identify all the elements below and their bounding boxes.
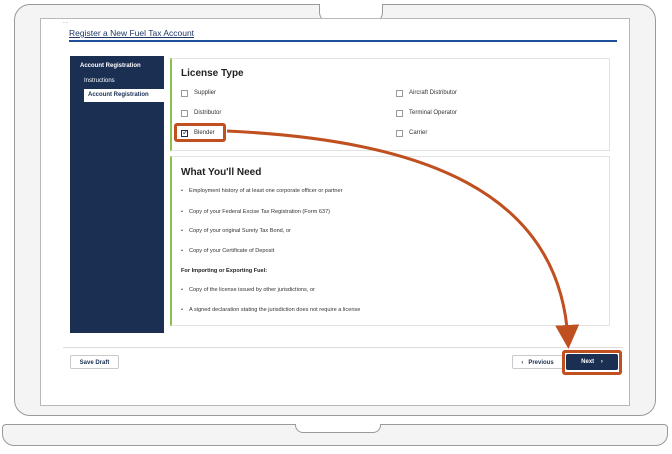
laptop-base [2,424,668,446]
save-draft-button[interactable]: Save Draft [70,355,119,369]
carrier-checkbox[interactable] [396,130,403,137]
license-type-card: License Type Supplier Distributor ✓ Blen… [170,58,610,151]
distributor-label: Distributor [194,110,222,116]
carrier-label: Carrier [409,130,428,136]
base-notch [295,424,381,433]
requirement-text: Copy of your Federal Excise Tax Registra… [189,209,331,215]
license-type-title: License Type [181,68,244,79]
supplier-checkbox[interactable] [181,90,188,97]
requirements-card: What You'll Need • Employment history of … [170,156,610,326]
title-divider [69,40,617,42]
footer-divider [63,347,623,348]
sidebar-heading: Account Registration [80,63,141,69]
sidebar-item-instructions[interactable]: Instructions [84,78,115,84]
previous-button[interactable]: ‹ Previous [512,355,563,369]
requirement-text: Copy of your original Surety Tax Bond, o… [189,228,291,234]
requirement-item: • Copy of the license issued by other jur… [181,287,315,293]
bullet-icon: • [181,287,183,293]
requirement-item: • Employment history of at least one corp… [181,188,343,194]
header-dots: .. [63,18,69,25]
terminal-operator-label: Terminal Operator [409,110,458,116]
aircraft-distributor-label: Aircraft Distributor [409,90,458,96]
requirement-text: A signed declaration stating the jurisdi… [189,307,361,313]
previous-label: Previous [528,360,554,366]
aircraft-distributor-checkbox[interactable] [396,90,403,97]
next-highlight-box [562,350,622,375]
terminal-operator-checkbox[interactable] [396,110,403,117]
supplier-label: Supplier [194,90,217,96]
requirement-text: Copy of your Certificate of Deposit [189,248,275,254]
requirements-title: What You'll Need [181,167,262,178]
bullet-icon: • [181,228,183,234]
requirement-item: • Copy of your original Surety Tax Bond, … [181,228,291,234]
importing-subheading: For Importing or Exporting Fuel: [181,268,268,274]
requirement-item: • A signed declaration stating the jurisd… [181,307,360,313]
requirement-text: Employment history of at least one corpo… [189,188,343,194]
sidebar-item-account-registration[interactable]: Account Registration [84,89,164,102]
page-title: Register a New Fuel Tax Account [69,28,195,38]
blender-highlight-box [174,123,226,142]
requirement-item: • Copy of your Federal Excise Tax Registr… [181,209,330,215]
requirement-item: • Copy of your Certificate of Deposit [181,248,274,254]
distributor-checkbox[interactable] [181,110,188,117]
bullet-icon: • [181,248,183,254]
bullet-icon: • [181,188,183,194]
sidebar: Account Registration Instructions Accoun… [70,56,164,333]
requirement-text: Copy of the license issued by other juri… [189,287,315,293]
bullet-icon: • [181,307,183,313]
bullet-icon: • [181,209,183,215]
